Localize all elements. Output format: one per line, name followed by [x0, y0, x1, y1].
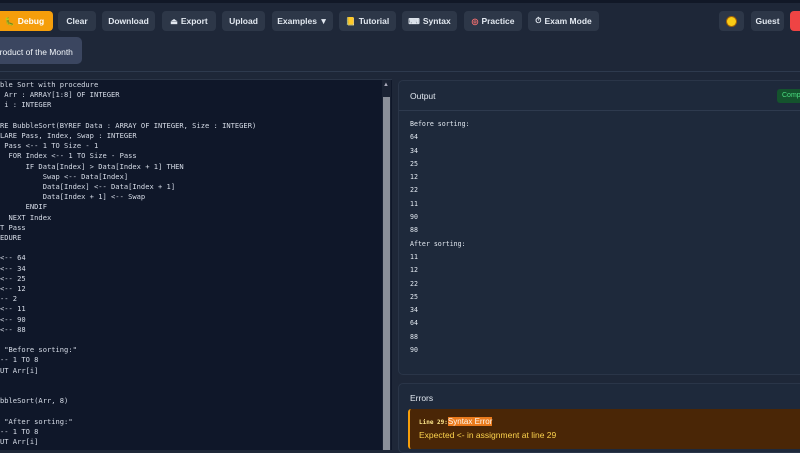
download-label: Download [108, 16, 149, 26]
exam-mode-label: Exam Mode [544, 16, 592, 26]
output-panel: Output Comp Before sorting: 64 34 25 12 22 11 9… [398, 80, 800, 375]
guest-button[interactable]: Guest [751, 11, 784, 31]
tutorial-button[interactable]: 📒 Tutorial [339, 11, 396, 31]
error-message: Expected <- in assignment at line 29 [419, 430, 557, 440]
download-button[interactable]: Download [102, 11, 155, 31]
export-icon: ⏏ [170, 16, 178, 26]
editor-scrollbar[interactable]: ▲ [382, 80, 391, 450]
top-border [0, 0, 800, 3]
logout-button[interactable] [790, 11, 800, 31]
errors-title: Errors [410, 393, 434, 403]
debug-button[interactable]: 🐛 Debug [0, 11, 53, 31]
product-of-month-banner[interactable]: r Product of the Month [0, 37, 82, 64]
theme-toggle[interactable] [719, 11, 744, 31]
output-line: 64 [410, 133, 418, 142]
target-icon: ◎ [471, 16, 479, 26]
output-line: 12 [410, 266, 418, 275]
exam-mode-button[interactable]: ⏱ Exam Mode [528, 11, 599, 31]
practice-button[interactable]: ◎ Practice [464, 11, 522, 31]
output-line: 34 [410, 306, 418, 315]
output-line: 25 [410, 159, 418, 168]
promo-title: Product of the Month [0, 47, 73, 57]
output-text: Before sorting: 64 34 25 12 22 11 90 88 After sor… [410, 118, 470, 357]
error-line-number: Line 29: [419, 419, 448, 426]
export-label: Export [180, 16, 208, 26]
output-line: 25 [410, 292, 418, 301]
tutorial-label: Tutorial [358, 16, 390, 26]
output-line: After sorting: [410, 239, 466, 248]
error-type: Syntax Error [447, 417, 493, 426]
status-badge: Comp [777, 89, 800, 103]
errors-panel: Errors Line 29:Syntax Error Expected <- … [398, 383, 800, 453]
guest-label: Guest [755, 16, 780, 26]
output-line: 88 [410, 332, 418, 341]
syntax-button[interactable]: ⌨ Syntax [402, 11, 457, 31]
output-line: 90 [410, 346, 418, 355]
examples-label: Examples ▼ [277, 16, 328, 26]
bug-icon: 🐛 [4, 16, 15, 26]
export-button[interactable]: ⏏ Export [162, 11, 216, 31]
clear-button[interactable]: Clear [58, 11, 96, 31]
output-line: Before sorting: [410, 120, 470, 128]
keyboard-icon: ⌨ [408, 16, 420, 26]
examples-dropdown[interactable]: Examples ▼ [272, 11, 333, 31]
code-text[interactable]: ble Sort with procedure Arr : ARRAY[1:8]… [0, 80, 256, 447]
debug-label: Debug [17, 16, 45, 26]
upload-label: Upload [229, 16, 258, 26]
output-line: 90 [410, 213, 418, 222]
output-title: Output [410, 91, 436, 101]
divider [399, 110, 800, 111]
code-editor[interactable]: ble Sort with procedure Arr : ARRAY[1:8]… [0, 79, 392, 450]
output-line: 88 [410, 226, 418, 235]
upload-button[interactable]: Upload [222, 11, 265, 31]
output-line: 11 [410, 252, 418, 261]
output-line: 11 [410, 199, 418, 208]
book-icon: 📒 [345, 16, 356, 26]
output-line: 12 [410, 173, 418, 182]
syntax-label: Syntax [422, 16, 451, 26]
clear-label: Clear [66, 16, 88, 26]
scrollbar-thumb[interactable] [383, 97, 390, 450]
toolbar: 🐛 Debug Clear Download ⏏ Export Upload Exa… [0, 0, 800, 72]
error-item: Line 29:Syntax Error Expected <- in assi… [408, 409, 800, 449]
practice-label: Practice [481, 16, 515, 26]
output-line: 34 [410, 146, 418, 155]
output-line: 64 [410, 319, 418, 328]
output-line: 22 [410, 186, 418, 195]
output-line: 22 [410, 279, 418, 288]
stopwatch-icon: ⏱ [535, 16, 542, 25]
scroll-up-icon[interactable]: ▲ [383, 82, 389, 88]
sun-icon [727, 16, 736, 26]
